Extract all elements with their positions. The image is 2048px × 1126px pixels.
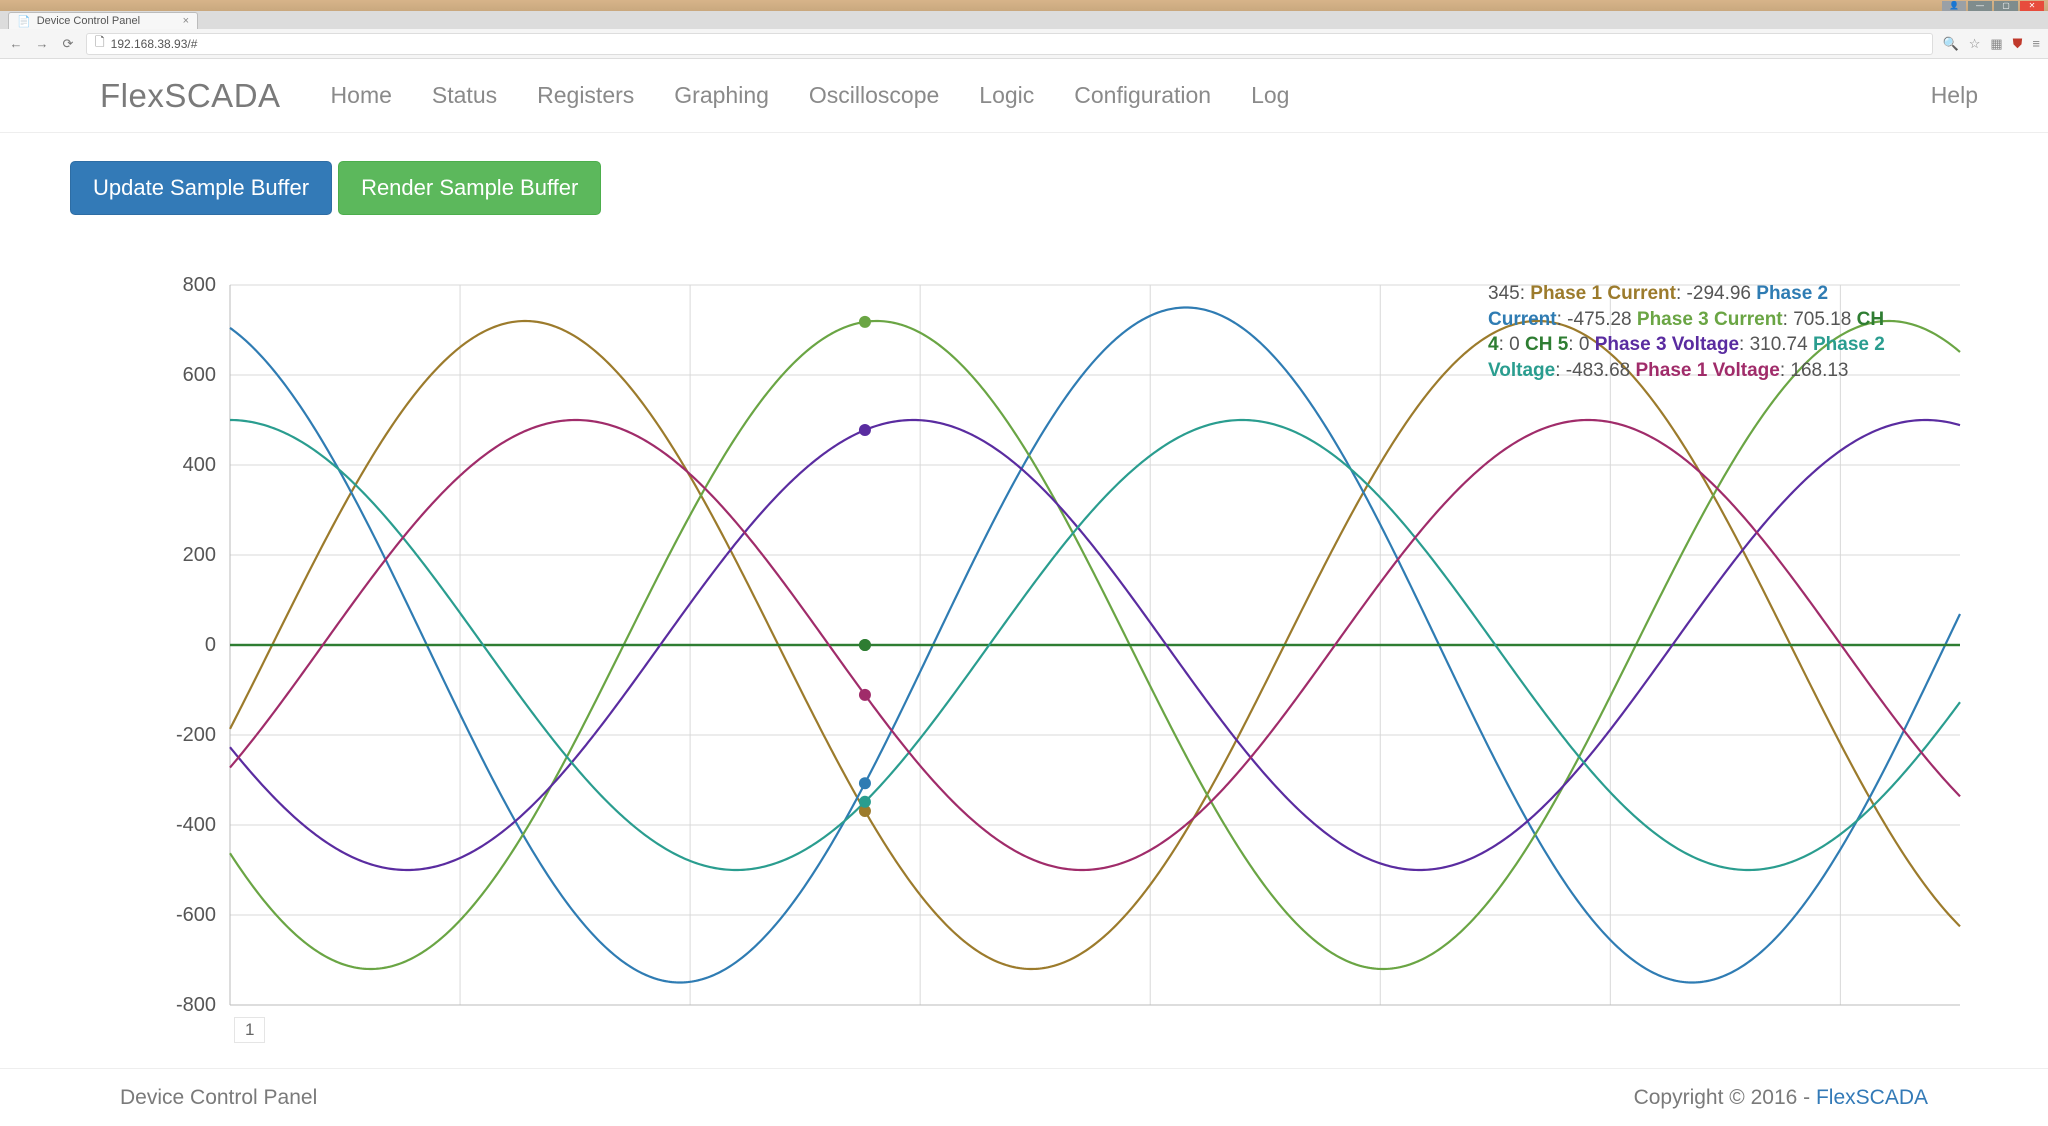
footer: Device Control Panel Copyright © 2016 - … <box>0 1068 2048 1126</box>
svg-text:400: 400 <box>183 454 216 476</box>
forward-icon[interactable]: → <box>34 36 50 51</box>
nav-configuration[interactable]: Configuration <box>1074 82 1211 109</box>
svg-text:-200: -200 <box>176 724 216 746</box>
x-axis-start-label: 1 <box>234 1017 265 1043</box>
page-icon: 📄 <box>17 15 31 28</box>
render-sample-buffer-button[interactable]: Render Sample Buffer <box>338 161 601 215</box>
close-icon[interactable]: × <box>183 15 189 27</box>
menu-icon[interactable]: ≡ <box>2032 36 2040 51</box>
back-icon[interactable]: ← <box>8 36 24 51</box>
ext1-icon[interactable]: ▦ <box>1990 36 2002 52</box>
nav-status[interactable]: Status <box>432 82 497 109</box>
reload-icon[interactable]: ⟳ <box>60 36 76 52</box>
adblock-icon[interactable]: ⛊ <box>2013 36 2023 52</box>
chart-legend: 345: Phase 1 Current: -294.96 Phase 2 Cu… <box>1488 281 1888 384</box>
update-sample-buffer-button[interactable]: Update Sample Buffer <box>70 161 332 215</box>
svg-text:-600: -600 <box>176 904 216 926</box>
close-button[interactable]: ✕ <box>2020 1 2044 11</box>
user-icon[interactable]: 👤 <box>1942 1 1966 11</box>
url-text: 192.168.38.93/# <box>111 37 198 51</box>
brand: FlexSCADA <box>100 77 281 115</box>
svg-text:-800: -800 <box>176 994 216 1015</box>
tab-title: Device Control Panel <box>37 15 140 27</box>
svg-text:600: 600 <box>183 364 216 386</box>
maximize-button[interactable]: ▢ <box>1994 1 2018 11</box>
svg-text:800: 800 <box>183 275 216 296</box>
navbar: FlexSCADA Home Status Registers Graphing… <box>0 59 2048 133</box>
browser-tab[interactable]: 📄 Device Control Panel × <box>8 12 198 29</box>
nav-graphing[interactable]: Graphing <box>674 82 769 109</box>
svg-text:200: 200 <box>183 544 216 566</box>
minimize-button[interactable]: — <box>1968 1 1992 11</box>
oscilloscope-chart[interactable]: -800 -600 -400 -200 0 200 400 600 800 345: Phase… <box>70 275 1978 1015</box>
nav-logic[interactable]: Logic <box>979 82 1034 109</box>
nav-help[interactable]: Help <box>1931 82 1978 109</box>
url-input[interactable]: 🗋 192.168.38.93/# <box>86 33 1933 55</box>
nav-oscilloscope[interactable]: Oscilloscope <box>809 82 939 109</box>
svg-text:-400: -400 <box>176 814 216 836</box>
window-titlebar: 👤 — ▢ ✕ <box>0 0 2048 11</box>
tab-strip: 📄 Device Control Panel × <box>0 11 2048 29</box>
footer-link[interactable]: FlexSCADA <box>1816 1086 1928 1109</box>
footer-left: Device Control Panel <box>120 1086 317 1110</box>
zoom-icon[interactable]: 🔍 <box>1943 36 1959 52</box>
nav-home[interactable]: Home <box>331 82 392 109</box>
file-icon: 🗋 <box>95 33 105 54</box>
footer-copyright: Copyright © 2016 - <box>1634 1086 1816 1109</box>
svg-text:0: 0 <box>205 634 216 656</box>
star-icon[interactable]: ☆ <box>1969 36 1981 52</box>
address-bar: ← → ⟳ 🗋 192.168.38.93/# 🔍 ☆ ▦ ⛊ ≡ <box>0 29 2048 59</box>
nav-registers[interactable]: Registers <box>537 82 634 109</box>
nav-log[interactable]: Log <box>1251 82 1289 109</box>
